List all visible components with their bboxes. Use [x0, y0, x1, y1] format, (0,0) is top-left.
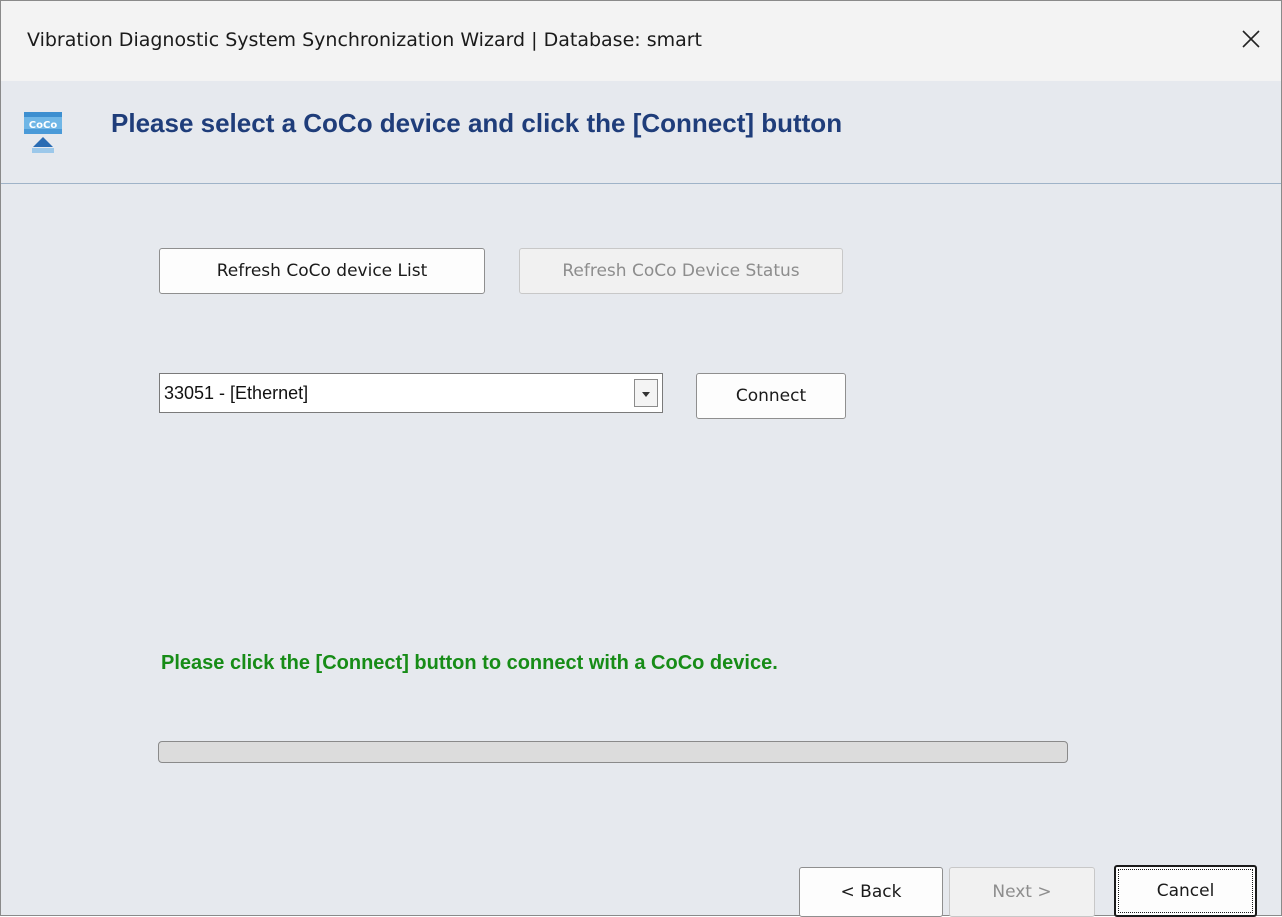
close-button[interactable]	[1221, 1, 1281, 81]
status-message: Please click the [Connect] button to con…	[161, 652, 778, 674]
chevron-down-icon	[641, 384, 651, 403]
cancel-button[interactable]: Cancel	[1114, 865, 1257, 917]
dropdown-arrow[interactable]	[634, 379, 658, 407]
device-select-value: 33051 - [Ethernet]	[164, 383, 309, 403]
wizard-header: CoCo Please select a CoCo device and cli…	[1, 81, 1281, 184]
coco-device-icon: CoCo	[23, 109, 63, 155]
device-select[interactable]: 33051 - [Ethernet]	[159, 373, 663, 413]
coco-icon-label: CoCo	[29, 120, 58, 131]
connect-button[interactable]: Connect	[696, 373, 846, 419]
refresh-device-list-button[interactable]: Refresh CoCo device List	[159, 248, 485, 294]
wizard-window: Vibration Diagnostic System Synchronizat…	[0, 0, 1282, 917]
page-title: Please select a CoCo device and click th…	[111, 108, 843, 138]
window-title: Vibration Diagnostic System Synchronizat…	[27, 29, 703, 51]
next-button[interactable]: Next >	[949, 867, 1095, 917]
back-button[interactable]: < Back	[799, 867, 943, 917]
close-icon	[1241, 29, 1261, 53]
refresh-device-status-button[interactable]: Refresh CoCo Device Status	[519, 248, 843, 294]
title-bar[interactable]: Vibration Diagnostic System Synchronizat…	[1, 1, 1281, 81]
connection-progress-bar	[158, 741, 1068, 763]
